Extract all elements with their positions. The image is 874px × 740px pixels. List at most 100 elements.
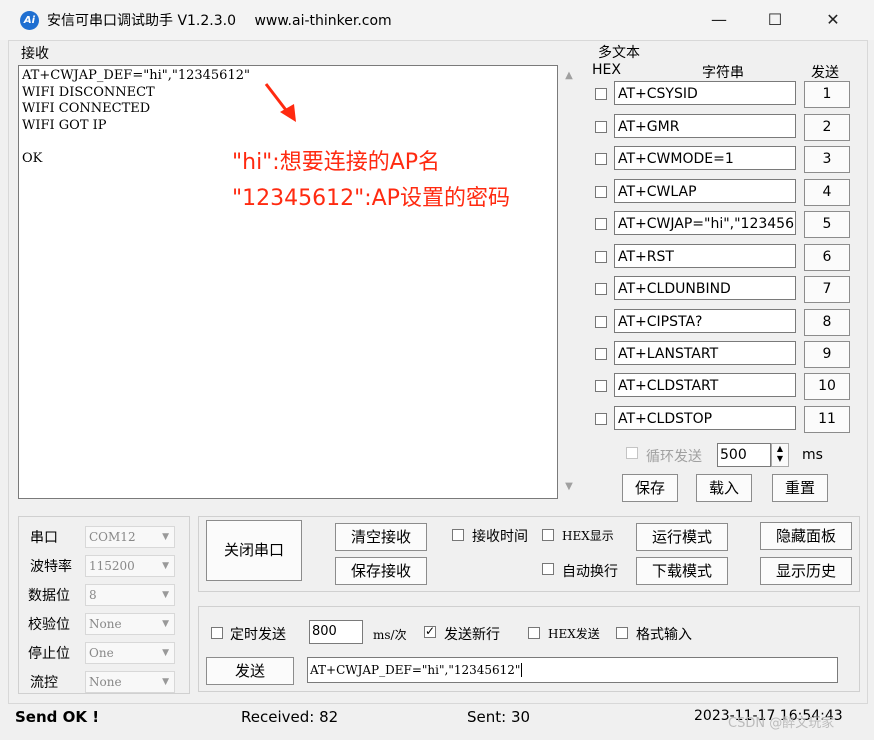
multi-text-input-10[interactable]: AT+CLDSTART: [614, 373, 796, 397]
multi-text-input-7[interactable]: AT+CLDUNBIND: [614, 276, 796, 300]
parity-select[interactable]: None ▼: [85, 613, 175, 635]
multi-send-button-5[interactable]: 5: [804, 211, 850, 238]
multi-hex-checkbox-6[interactable]: [595, 251, 607, 263]
multi-send-button-2[interactable]: 2: [804, 114, 850, 141]
multi-send-button-3[interactable]: 3: [804, 146, 850, 173]
baud-select[interactable]: 115200 ▼: [85, 555, 175, 577]
loop-unit-label: ms: [802, 447, 823, 463]
multi-text-input-3[interactable]: AT+CWMODE=1: [614, 146, 796, 170]
auto-wrap-checkbox[interactable]: [542, 563, 554, 575]
auto-wrap-label: 自动换行: [562, 564, 618, 580]
multi-send-button-7[interactable]: 7: [804, 276, 850, 303]
port-label: 串口: [30, 530, 58, 546]
close-button[interactable]: ✕: [818, 8, 848, 32]
multi-send-button-11[interactable]: 11: [804, 406, 850, 433]
sent-count: Sent: 30: [467, 708, 531, 726]
baud-label: 波特率: [30, 559, 72, 575]
multi-hex-checkbox-1[interactable]: [595, 88, 607, 100]
load-multi-button[interactable]: 载入: [696, 474, 752, 502]
multi-send-button-1[interactable]: 1: [804, 81, 850, 108]
multi-hex-checkbox-8[interactable]: [595, 316, 607, 328]
format-input-checkbox[interactable]: [616, 627, 628, 639]
minimize-button[interactable]: —: [704, 8, 734, 32]
chevron-down-icon: ▼: [162, 561, 169, 571]
receive-scrollbar[interactable]: ▲ ▼: [558, 65, 580, 497]
multi-text-input-4[interactable]: AT+CWLAP: [614, 179, 796, 203]
parity-label: 校验位: [28, 617, 70, 633]
multi-text-input-2[interactable]: AT+GMR: [614, 114, 796, 138]
spin-down-icon[interactable]: ▼: [772, 454, 788, 464]
string-column-header: 字符串: [702, 65, 744, 81]
multi-send-button-9[interactable]: 9: [804, 341, 850, 368]
hex-display-label: HEX显示: [562, 529, 614, 543]
send-button[interactable]: 发送: [206, 657, 294, 685]
loop-send-checkbox[interactable]: [626, 447, 638, 459]
hex-send-checkbox[interactable]: [528, 627, 540, 639]
show-history-button[interactable]: 显示历史: [760, 557, 852, 585]
parity-value: None: [89, 617, 122, 631]
multi-text-input-5[interactable]: AT+CWJAP="hi","1234561: [614, 211, 796, 235]
loop-interval-input[interactable]: 500: [717, 443, 771, 467]
hex-display-checkbox[interactable]: [542, 529, 554, 541]
databits-label: 数据位: [28, 588, 70, 604]
send-newline-label: 发送新行: [444, 627, 500, 643]
flow-label: 流控: [30, 675, 58, 691]
baud-value: 115200: [89, 559, 135, 573]
port-value: COM12: [89, 530, 136, 544]
multi-text-input-8[interactable]: AT+CIPSTA?: [614, 309, 796, 333]
multi-hex-checkbox-5[interactable]: [595, 218, 607, 230]
multi-text-input-6[interactable]: AT+RST: [614, 244, 796, 268]
reset-multi-button[interactable]: 重置: [772, 474, 828, 502]
multi-text-input-11[interactable]: AT+CLDSTOP: [614, 406, 796, 430]
multi-send-button-10[interactable]: 10: [804, 373, 850, 400]
stopbits-value: One: [89, 646, 114, 660]
close-port-button[interactable]: 关闭串口: [206, 520, 302, 581]
annotation-ap-password: "12345612":AP设置的密码: [232, 186, 510, 211]
chevron-down-icon: ▼: [162, 677, 169, 687]
annotation-arrow-icon: [264, 83, 296, 122]
maximize-button[interactable]: ☐: [760, 8, 790, 32]
multi-hex-checkbox-11[interactable]: [595, 413, 607, 425]
scroll-down-arrow-icon[interactable]: ▼: [558, 481, 580, 492]
send-newline-checkbox[interactable]: [424, 624, 436, 638]
databits-value: 8: [89, 588, 97, 602]
format-input-label: 格式输入: [636, 627, 692, 643]
save-multi-button[interactable]: 保存: [622, 474, 678, 502]
multi-hex-checkbox-2[interactable]: [595, 121, 607, 133]
multi-hex-checkbox-9[interactable]: [595, 348, 607, 360]
hex-send-label: HEX发送: [548, 627, 600, 641]
scroll-up-arrow-icon[interactable]: ▲: [558, 70, 580, 81]
multi-send-button-6[interactable]: 6: [804, 244, 850, 271]
save-receive-button[interactable]: 保存接收: [335, 557, 427, 585]
received-count: Received: 82: [241, 708, 339, 726]
timed-send-checkbox[interactable]: [211, 627, 223, 639]
flow-select[interactable]: None ▼: [85, 671, 175, 693]
multi-text-input-1[interactable]: AT+CSYSID: [614, 81, 796, 105]
receive-textarea[interactable]: AT+CWJAP_DEF="hi","12345612" WIFI DISCON…: [18, 65, 558, 499]
port-select[interactable]: COM12 ▼: [85, 526, 175, 548]
multi-send-button-8[interactable]: 8: [804, 309, 850, 336]
window-title: 安信可串口调试助手 V1.2.3.0 www.ai-thinker.com: [47, 10, 392, 30]
spin-up-icon[interactable]: ▲: [772, 444, 788, 454]
multi-hex-checkbox-3[interactable]: [595, 153, 607, 165]
app-logo-icon: Ai: [20, 11, 39, 30]
multi-hex-checkbox-10[interactable]: [595, 380, 607, 392]
receive-label: 接收: [21, 46, 49, 62]
download-mode-button[interactable]: 下载模式: [636, 557, 728, 585]
hide-panel-button[interactable]: 隐藏面板: [760, 522, 852, 550]
stopbits-select[interactable]: One ▼: [85, 642, 175, 664]
timed-interval-unit: ms/次: [373, 628, 407, 642]
timed-interval-input[interactable]: 800: [309, 620, 363, 644]
loop-send-label: 循环发送: [646, 449, 702, 465]
loop-interval-spinner[interactable]: ▲ ▼: [771, 443, 789, 467]
clear-receive-button[interactable]: 清空接收: [335, 523, 427, 551]
flow-value: None: [89, 675, 122, 689]
recv-time-checkbox[interactable]: [452, 529, 464, 541]
multi-hex-checkbox-4[interactable]: [595, 186, 607, 198]
run-mode-button[interactable]: 运行模式: [636, 523, 728, 551]
databits-select[interactable]: 8 ▼: [85, 584, 175, 606]
multi-text-input-9[interactable]: AT+LANSTART: [614, 341, 796, 365]
multi-send-button-4[interactable]: 4: [804, 179, 850, 206]
multi-hex-checkbox-7[interactable]: [595, 283, 607, 295]
send-input[interactable]: AT+CWJAP_DEF="hi","12345612": [307, 657, 838, 683]
